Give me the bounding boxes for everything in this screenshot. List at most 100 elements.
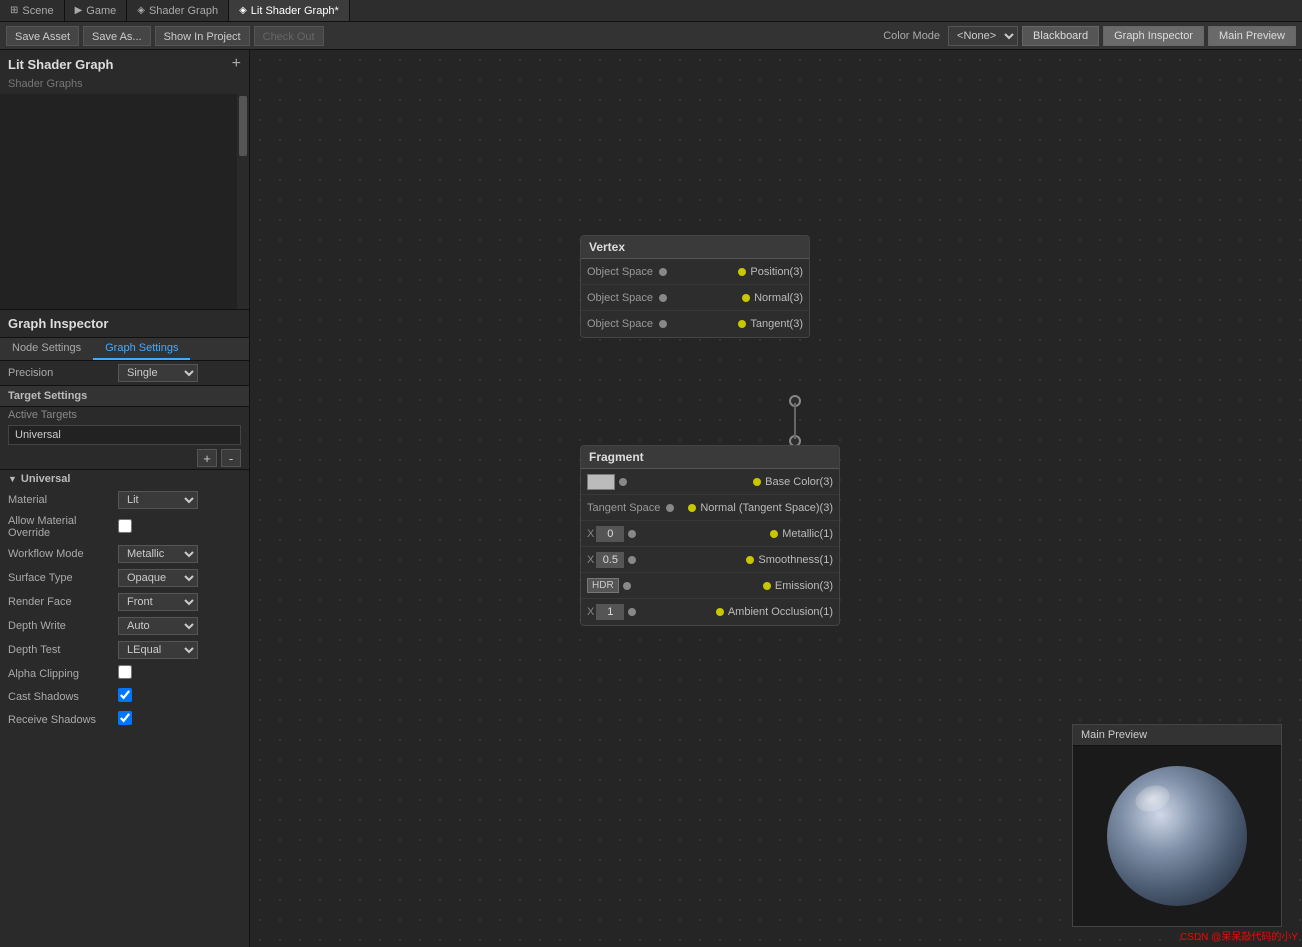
fragment-normal-left-dot xyxy=(666,504,674,512)
allow-material-override-value xyxy=(118,519,241,536)
fragment-smoothness-right-port: Smoothness(1) xyxy=(746,554,833,566)
fragment-metallic-right-dot xyxy=(770,530,778,538)
color-mode-select[interactable]: <None> xyxy=(948,26,1018,46)
inspector-scroll[interactable]: Precision Single Half Target Settings Ac… xyxy=(0,361,249,947)
vertex-tangent-left-dot xyxy=(659,320,667,328)
allow-material-override-row: Allow Material Override xyxy=(0,512,249,542)
render-face-select[interactable]: Front Back Both xyxy=(118,593,198,611)
fragment-basecolor-row: Base Color(3) xyxy=(581,469,839,495)
render-face-label: Render Face xyxy=(8,596,118,608)
blackboard-button[interactable]: Blackboard xyxy=(1022,26,1099,46)
graph-inspector-button[interactable]: Graph Inspector xyxy=(1103,26,1204,46)
material-select[interactable]: Lit Unlit xyxy=(118,491,198,509)
receive-shadows-value xyxy=(118,711,241,728)
fragment-ao-right-port: Ambient Occlusion(1) xyxy=(716,606,833,618)
tab-scene[interactable]: ⊞ Scene xyxy=(0,0,65,21)
blackboard-add-button[interactable]: + xyxy=(232,56,241,72)
workflow-mode-value: Metallic Specular xyxy=(118,545,241,563)
fragment-node-header: Fragment xyxy=(581,446,839,469)
surface-type-row: Surface Type Opaque Transparent xyxy=(0,566,249,590)
tab-node-settings[interactable]: Node Settings xyxy=(0,338,93,360)
blackboard-scrollbar[interactable] xyxy=(237,94,249,309)
vertex-node-header: Vertex xyxy=(581,236,809,259)
render-face-row: Render Face Front Back Both xyxy=(0,590,249,614)
scene-icon: ⊞ xyxy=(10,5,18,16)
preview-panel-header: Main Preview xyxy=(1073,725,1281,746)
color-mode-label: Color Mode xyxy=(883,30,940,42)
alpha-clipping-checkbox[interactable] xyxy=(118,665,132,679)
fragment-metallic-right-label: Metallic(1) xyxy=(782,528,833,540)
fragment-ao-input[interactable] xyxy=(596,604,624,620)
fragment-ao-left-dot xyxy=(628,608,636,616)
depth-test-value: LEqual GEqual Less Greater xyxy=(118,641,241,659)
cast-shadows-checkbox[interactable] xyxy=(118,688,132,702)
fragment-emission-right-label: Emission(3) xyxy=(775,580,833,592)
blackboard-title: Lit Shader Graph xyxy=(8,57,113,72)
workflow-mode-label: Workflow Mode xyxy=(8,548,118,560)
receive-shadows-row: Receive Shadows xyxy=(0,708,249,731)
receive-shadows-label: Receive Shadows xyxy=(8,714,118,726)
vertex-tangent-right-label: Tangent(3) xyxy=(750,318,803,330)
material-row: Material Lit Unlit xyxy=(0,488,249,512)
alpha-clipping-value xyxy=(118,665,241,682)
inspector-section: Graph Inspector Node Settings Graph Sett… xyxy=(0,310,249,947)
connector-svg xyxy=(793,403,797,439)
blackboard-scroll-thumb[interactable] xyxy=(239,96,247,156)
depth-write-select[interactable]: Auto On Off xyxy=(118,617,198,635)
allow-material-override-checkbox[interactable] xyxy=(118,519,132,533)
workflow-mode-select[interactable]: Metallic Specular xyxy=(118,545,198,563)
fragment-normal-right-dot xyxy=(688,504,696,512)
main-preview-button[interactable]: Main Preview xyxy=(1208,26,1296,46)
fragment-ao-row: X Ambient Occlusion(1) xyxy=(581,599,839,625)
watermark: CSDN @呆呆敲代码的小Y xyxy=(1180,928,1298,943)
cast-shadows-label: Cast Shadows xyxy=(8,691,118,703)
preview-content xyxy=(1073,746,1281,926)
fragment-smoothness-right-label: Smoothness(1) xyxy=(758,554,833,566)
fragment-normal-right-port: Normal (Tangent Space)(3) xyxy=(688,502,833,514)
fragment-metallic-input[interactable] xyxy=(596,526,624,542)
receive-shadows-checkbox[interactable] xyxy=(118,711,132,725)
active-targets-box: Universal xyxy=(8,425,241,445)
precision-row: Precision Single Half xyxy=(0,361,249,385)
vertex-normal-left-dot xyxy=(659,294,667,302)
depth-test-row: Depth Test LEqual GEqual Less Greater xyxy=(0,638,249,662)
fragment-node: Fragment Base Color(3) Tangent Space Nor… xyxy=(580,445,840,626)
vertex-tangent-left-label: Object Space xyxy=(587,318,653,330)
vertex-normal-row: Object Space Normal(3) xyxy=(581,285,809,311)
surface-type-select[interactable]: Opaque Transparent xyxy=(118,569,198,587)
remove-target-button[interactable]: - xyxy=(221,449,241,467)
fragment-ao-right-dot xyxy=(716,608,724,616)
vertex-tangent-right-port: Tangent(3) xyxy=(738,318,803,330)
fragment-metallic-row: X Metallic(1) xyxy=(581,521,839,547)
precision-select[interactable]: Single Half xyxy=(118,364,198,382)
toolbar: Save Asset Save As... Show In Project Ch… xyxy=(0,22,1302,50)
save-asset-button[interactable]: Save Asset xyxy=(6,26,79,46)
tab-graph-settings[interactable]: Graph Settings xyxy=(93,338,190,360)
alpha-clipping-row: Alpha Clipping xyxy=(0,662,249,685)
depth-write-label: Depth Write xyxy=(8,620,118,632)
show-in-project-button[interactable]: Show In Project xyxy=(155,26,250,46)
tab-shader-graph[interactable]: ◈ Shader Graph xyxy=(127,0,229,21)
fragment-emission-left-dot xyxy=(623,582,631,590)
tab-lit-shader-graph[interactable]: ◈ Lit Shader Graph* xyxy=(229,0,350,21)
universal-header[interactable]: ▼ Universal xyxy=(0,469,249,488)
check-out-button[interactable]: Check Out xyxy=(254,26,324,46)
fragment-basecolor-swatch[interactable] xyxy=(587,474,615,490)
blackboard-section: Lit Shader Graph + Shader Graphs xyxy=(0,50,249,310)
fragment-smoothness-input[interactable] xyxy=(596,552,624,568)
main-layout: Lit Shader Graph + Shader Graphs Graph I… xyxy=(0,50,1302,947)
tab-game[interactable]: ▶ Game xyxy=(65,0,128,21)
vertex-position-left-dot xyxy=(659,268,667,276)
add-target-button[interactable]: + xyxy=(197,449,217,467)
vertex-position-right-dot xyxy=(738,268,746,276)
fragment-emission-right-port: Emission(3) xyxy=(763,580,833,592)
target-settings-header: Target Settings xyxy=(0,385,249,407)
fragment-emission-row: HDR Emission(3) xyxy=(581,573,839,599)
depth-test-select[interactable]: LEqual GEqual Less Greater xyxy=(118,641,198,659)
material-label: Material xyxy=(8,494,118,506)
vertex-normal-left-label: Object Space xyxy=(587,292,653,304)
save-as-button[interactable]: Save As... xyxy=(83,26,151,46)
vertex-node: Vertex Object Space Position(3) Object S… xyxy=(580,235,810,338)
canvas-area[interactable]: Vertex Object Space Position(3) Object S… xyxy=(250,50,1302,947)
precision-label: Precision xyxy=(8,367,118,379)
